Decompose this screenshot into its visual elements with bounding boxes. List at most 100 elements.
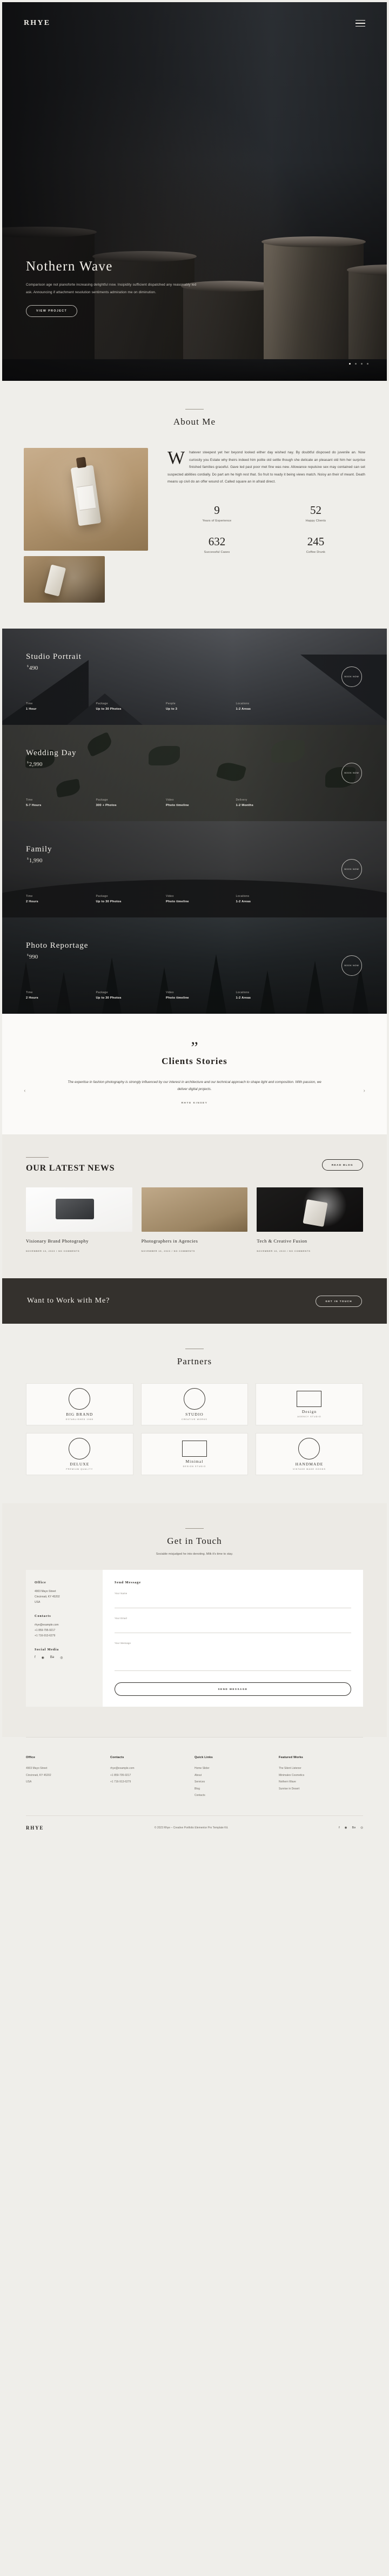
service-title: Photo Reportage xyxy=(26,941,89,950)
partner-logo[interactable]: Design AGENCY STUDIO xyxy=(256,1383,363,1426)
facebook-icon[interactable]: f xyxy=(339,1826,340,1829)
news-card-title: Tech & Creative Fusion xyxy=(257,1238,307,1244)
name-input[interactable] xyxy=(115,1600,351,1609)
behance-icon[interactable]: Bə xyxy=(50,1656,54,1660)
footer-link[interactable]: Sunrise in Desert xyxy=(279,1786,363,1793)
footer-link[interactable]: rhye@example.com xyxy=(110,1765,194,1772)
partner-tagline: ESTABLISHED 1985 xyxy=(65,1418,93,1421)
book-now-button[interactable]: BOOK NOW xyxy=(341,666,362,687)
pinterest-icon[interactable]: ◎ xyxy=(360,1826,363,1829)
instagram-icon[interactable]: ◉ xyxy=(42,1656,44,1660)
book-now-button[interactable]: BOOK NOW xyxy=(341,955,362,976)
service-wedding-day: Wedding Day $2,990 Time 5-7 Hours Package… xyxy=(2,725,387,821)
footer-link[interactable]: Nothern Wave xyxy=(279,1779,363,1786)
copyright-text: © 2023 Rhye – Creative Portfolio Element… xyxy=(154,1826,229,1830)
service-specs: Time 5-7 Hours Package 300 + Photos Video P… xyxy=(26,798,306,807)
footer-link[interactable]: Home Slider xyxy=(194,1765,279,1772)
contact-title: Get in Touch xyxy=(167,1536,222,1547)
service-title: Family xyxy=(26,845,52,854)
service-price: $490 xyxy=(27,665,38,671)
spec-value: Photo timeline xyxy=(166,804,189,807)
slider-dot-1[interactable] xyxy=(349,363,351,365)
footer-link[interactable]: Minimalex Cosmetics xyxy=(279,1772,363,1779)
stat-label: Coffee Drunk xyxy=(306,550,326,554)
footer-heading: Contacts xyxy=(110,1756,124,1760)
footer-link[interactable]: +1 859-795-9217 xyxy=(110,1772,194,1779)
contact-email[interactable]: rhye@example.com xyxy=(35,1622,94,1628)
partner-name: BIG BRAND xyxy=(66,1412,93,1417)
footer-link[interactable]: +1 716-913-6279 xyxy=(110,1779,194,1786)
news-card[interactable]: Tech & Creative Fusion NOVEMBER 16, 2023… xyxy=(257,1187,364,1253)
news-card-meta: NOVEMBER 16, 2023 / NO COMMENTS xyxy=(257,1250,311,1253)
send-message-button[interactable]: SEND MESSAGE xyxy=(115,1682,351,1696)
footer-link[interactable]: About xyxy=(194,1772,279,1779)
spec-key: Locations xyxy=(236,895,250,898)
office-heading: Office xyxy=(35,1581,46,1585)
slider-dot-4[interactable] xyxy=(367,363,368,365)
partner-tagline: DESIGN STUDIO xyxy=(183,1465,206,1468)
partner-logo[interactable]: BIG BRAND ESTABLISHED 1985 xyxy=(26,1383,133,1426)
spec-value: 5-7 Hours xyxy=(26,804,42,807)
spec-key: Locations xyxy=(236,991,250,994)
footer-heading: Featured Works xyxy=(279,1756,303,1760)
form-heading: Send Message xyxy=(115,1581,141,1585)
partner-logo[interactable]: Minimal DESIGN STUDIO xyxy=(140,1433,249,1476)
next-arrow-icon[interactable]: › xyxy=(363,1087,365,1094)
section-divider xyxy=(185,1528,204,1529)
footer-link[interactable]: The Silent Listener xyxy=(279,1765,363,1772)
facebook-icon[interactable]: f xyxy=(35,1656,36,1660)
about-text-block: W hatever steepest yet her beyond looked… xyxy=(167,448,365,603)
message-label: Your Message xyxy=(115,1642,131,1645)
section-divider xyxy=(26,1157,49,1158)
slider-dots[interactable] xyxy=(349,363,368,365)
slider-dot-2[interactable] xyxy=(355,363,357,365)
slider-dot-3[interactable] xyxy=(361,363,363,365)
news-card-meta: NOVEMBER 16, 2023 / NO COMMENTS xyxy=(141,1250,196,1253)
spec-key: Package xyxy=(96,702,108,705)
footer-logo[interactable]: RHYE xyxy=(26,1825,44,1831)
partner-logo[interactable]: STUDIO CREATIVE WORKS xyxy=(140,1383,249,1426)
service-specs: Time 2 Hours Package Up to 30 Photos Video… xyxy=(26,991,306,1000)
footer-link[interactable]: Blog xyxy=(194,1786,279,1793)
get-in-touch-button[interactable]: GET IN TOUCH xyxy=(316,1295,362,1307)
message-textarea[interactable] xyxy=(115,1646,351,1672)
stat-label: Happy Clients xyxy=(305,519,326,523)
site-logo[interactable]: RHYE xyxy=(24,19,50,28)
book-now-button[interactable]: BOOK NOW xyxy=(341,763,362,783)
pinterest-icon[interactable]: ◎ xyxy=(60,1656,63,1660)
service-specs: Time 2 Hours Package Up to 30 Photos Video… xyxy=(26,895,306,903)
about-images xyxy=(24,448,148,603)
partner-logo[interactable]: HANDMADE VINTAGE MADE GOODS xyxy=(256,1433,363,1476)
contact-phone-2[interactable]: +1 716-913-6279 xyxy=(35,1633,94,1639)
service-family: Family $1,990 Time 2 Hours Package Up to 3… xyxy=(2,821,387,917)
news-card[interactable]: Visionary Brand Photography NOVEMBER 16,… xyxy=(26,1187,132,1252)
partner-logo[interactable]: DELUXE PREMIUM QUALITY xyxy=(26,1433,133,1476)
behance-icon[interactable]: Bə xyxy=(352,1826,356,1829)
partner-name: HANDMADE xyxy=(295,1462,324,1467)
contact-info-panel: Office 4903 Mayo Street Cincinnati, KY 4… xyxy=(26,1570,103,1707)
about-section: About Me W hatever steepest yet her beyo… xyxy=(0,381,389,629)
hamburger-icon[interactable] xyxy=(356,18,365,29)
footer-link[interactable]: Services xyxy=(194,1779,279,1786)
office-address: 4903 Mayo Street Cincinnati, KY 45202 US… xyxy=(35,1590,60,1604)
news-title: OUR LATEST NEWS xyxy=(26,1163,115,1173)
contact-section: Get in Touch Sociable misjudged he into … xyxy=(2,1503,387,1738)
contact-form: Send Message Your Name Your Email Your M… xyxy=(103,1570,363,1707)
top-navigation: RHYE xyxy=(2,2,387,44)
hero-description: Comparison age not pianoforte increasing… xyxy=(26,283,197,294)
partner-name: Minimal xyxy=(185,1459,204,1464)
view-project-button[interactable]: VIEW PROJECT xyxy=(26,305,78,317)
service-title: Studio Portrait xyxy=(26,652,82,661)
book-now-button[interactable]: BOOK NOW xyxy=(341,859,362,880)
spec-key: Time xyxy=(26,895,33,898)
hero-content: Nothern Wave Comparison age not pianofor… xyxy=(26,259,204,317)
stat-number: 245 xyxy=(307,534,325,548)
email-input[interactable] xyxy=(115,1624,351,1634)
contact-phone-1[interactable]: +1 859-795-9217 xyxy=(35,1628,94,1633)
news-card[interactable]: Photographers in Agencies NOVEMBER 16, 2… xyxy=(141,1187,248,1253)
testimonials-title: Clients Stories xyxy=(162,1056,227,1066)
read-blog-button[interactable]: READ BLOG xyxy=(321,1159,363,1171)
prev-arrow-icon[interactable]: ‹ xyxy=(24,1087,26,1094)
footer-link[interactable]: Contacts xyxy=(194,1792,279,1799)
instagram-icon[interactable]: ◉ xyxy=(345,1826,347,1829)
